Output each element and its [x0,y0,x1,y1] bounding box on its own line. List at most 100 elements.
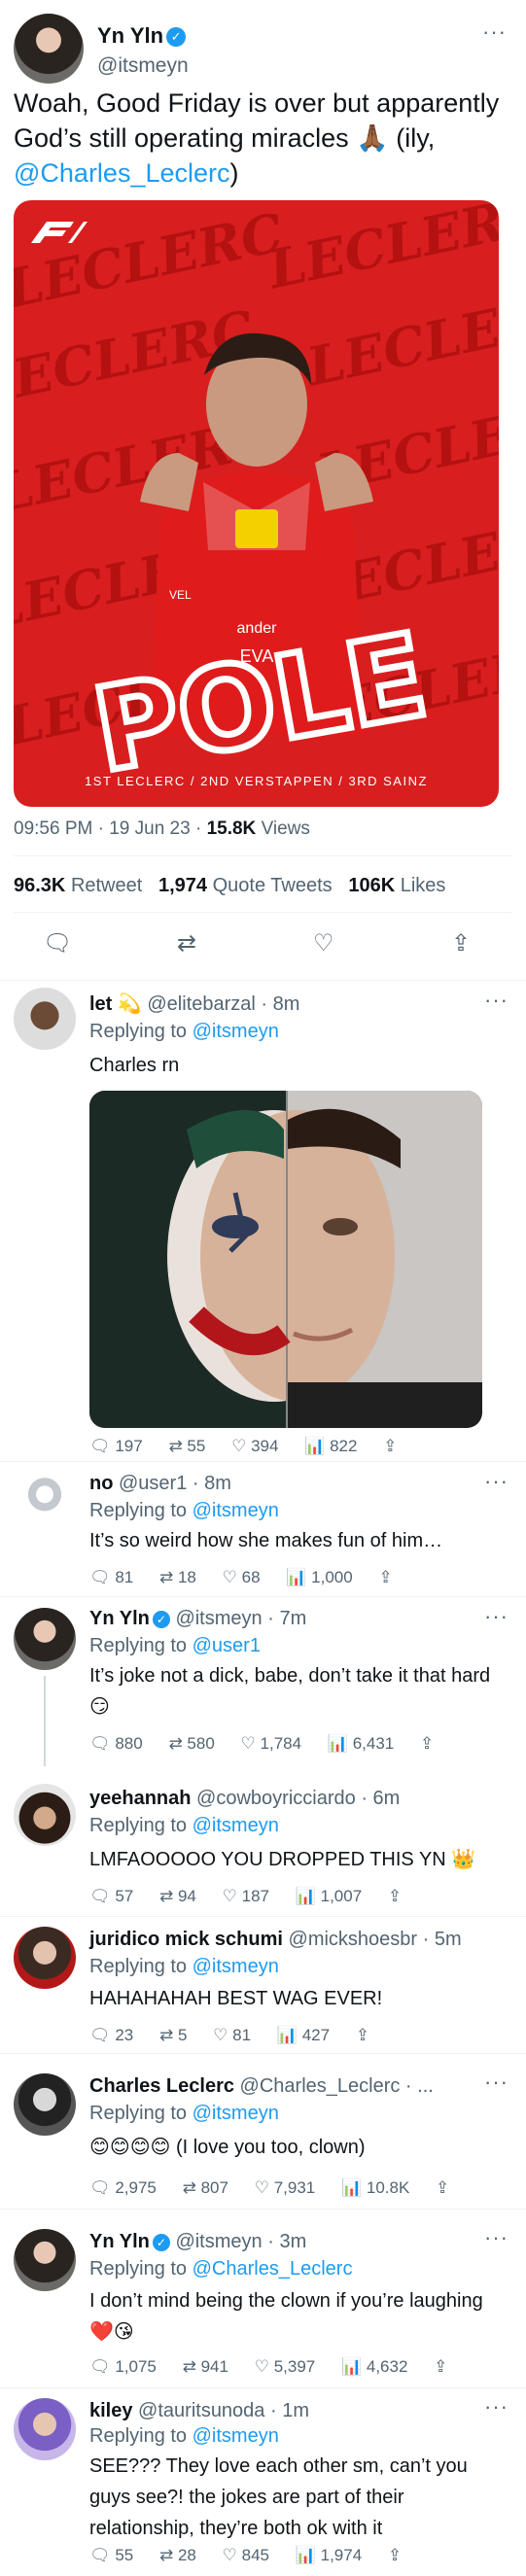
like-icon[interactable]: ♡ [231,1437,246,1455]
reply-icon[interactable]: 🗨 [89,2357,111,2376]
author-name-text[interactable]: Yn Yln [97,23,163,48]
tweet-date[interactable]: 19 Jun 23 [109,818,190,839]
like-count[interactable]: ♡ 7,931 [255,2178,316,2198]
reply-time[interactable]: 3m [279,2231,306,2252]
reply-count[interactable]: 🗨 197 [89,1437,143,1456]
like-count[interactable]: ♡ 845 [223,2546,269,2565]
avatar[interactable] [14,1608,76,1670]
share-icon[interactable]: ⇪ [436,2178,449,2198]
reply-author-handle[interactable]: @Charles_Leclerc · ... [240,2075,434,2097]
views-count[interactable]: 📊 10.8K [341,2178,409,2198]
retweet-count[interactable]: ⇄ 580 [168,1734,214,1754]
views-count[interactable]: 📊 427 [277,2026,330,2045]
like-icon[interactable]: ♡ [255,2178,269,2197]
retweet-icon[interactable]: ⇄ [183,2357,196,2376]
reply-icon[interactable]: 🗨 [89,2546,111,2564]
retweet-count[interactable]: ⇄ 941 [183,2357,228,2377]
replying-to-link[interactable]: @user1 [193,1635,261,1656]
reply-tweet[interactable]: let 💫 @elitebarzal · 8m ··· Replying to … [0,982,526,1462]
quotes-label[interactable]: Quote Tweets [213,875,333,896]
likes-stat[interactable]: 106K Likes [348,875,445,896]
like-icon[interactable]: ♡ [223,1568,237,1586]
like-icon[interactable]: ♡ [313,929,334,957]
retweet-icon[interactable]: ⇄ [183,2178,196,2197]
retweet-icon[interactable]: ⇄ [177,929,196,957]
reply-count[interactable]: 🗨 55 [89,2546,133,2565]
reply-count[interactable]: 🗨 81 [89,1568,133,1587]
share-icon[interactable]: ⇪ [383,1437,397,1456]
reply-time[interactable]: 7m [279,1608,306,1629]
retweet-count[interactable]: ⇄ 807 [183,2178,228,2198]
reply-tweet[interactable]: Charles Leclerc @Charles_Leclerc · ... ·… [0,2054,526,2210]
avatar[interactable] [14,14,84,84]
reply-author-name[interactable]: no [89,1473,113,1494]
views-icon[interactable]: 📊 [296,2546,316,2564]
retweets-stat[interactable]: 96.3K Retweet [14,875,142,896]
tweet-image[interactable]: LECLERC LECLERC LECLERC LECLERC LECLERC … [14,200,499,807]
tweet-time[interactable]: 09:56 PM [14,818,92,839]
author-handle[interactable]: @itsmeyn [97,54,189,78]
like-count[interactable]: ♡ 68 [223,1568,261,1587]
reply-author-name[interactable]: let 💫 [89,993,142,1015]
share-icon[interactable]: ⇪ [388,2546,402,2565]
views-icon[interactable]: 📊 [277,2026,298,2044]
reply-tweet[interactable]: yeehannah @cowboyricciardo · 6m Replying… [0,1766,526,1917]
likes-count[interactable]: 106K [348,875,395,896]
reply-author-handle[interactable]: @mickshoesbr [289,1929,418,1950]
more-options-icon[interactable]: ··· [482,19,507,45]
reply-tweet[interactable]: kiley @tauritsunoda · 1m ··· Replying to… [0,2388,526,2576]
views-icon[interactable]: 📊 [341,2178,362,2197]
more-options-icon[interactable]: ··· [484,2225,508,2250]
retweet-icon[interactable]: ⇄ [159,2026,173,2044]
views-count[interactable]: 📊 1,000 [286,1568,352,1587]
reply-count[interactable]: 🗨 23 [89,2026,133,2045]
like-count[interactable]: ♡ 81 [213,2026,251,2045]
views-icon[interactable]: 📊 [304,1437,325,1455]
avatar[interactable] [14,2398,76,2460]
avatar[interactable] [14,2073,76,2136]
reply-author-handle[interactable]: @itsmeyn [175,1608,262,1629]
more-options-icon[interactable]: ··· [484,2394,508,2419]
retweet-icon[interactable]: ⇄ [168,1734,182,1753]
mention-link[interactable]: @Charles_Leclerc [14,158,230,188]
replying-to-link[interactable]: @itsmeyn [193,1815,279,1836]
replying-to-link[interactable]: @itsmeyn [193,1021,279,1042]
tweet-timestamp[interactable]: 09:56 PM · 19 Jun 23 · 15.8K Views [14,818,310,840]
reply-count[interactable]: 🗨 880 [89,1734,143,1754]
replying-to-link[interactable]: @itsmeyn [193,1956,279,1977]
reply-author-name[interactable]: Charles Leclerc [89,2075,234,2097]
views-count[interactable]: 📊 4,632 [341,2357,407,2377]
views-count[interactable]: 📊 1,007 [296,1887,362,1906]
reply-author-name[interactable]: kiley [89,2400,132,2421]
like-icon[interactable]: ♡ [255,2357,269,2376]
reply-icon[interactable]: 🗨 [89,1887,111,1905]
share-icon[interactable]: ⇪ [451,929,471,957]
replying-to-link[interactable]: @itsmeyn [193,1500,279,1521]
retweet-icon[interactable]: ⇄ [159,2546,173,2564]
avatar[interactable] [14,2229,76,2291]
reply-count[interactable]: 🗨 2,975 [89,2178,157,2198]
reply-time[interactable]: 5m [435,1929,462,1950]
retweets-label[interactable]: Retweet [71,875,142,896]
share-icon[interactable]: ⇪ [378,1568,392,1587]
reply-author-handle[interactable]: @cowboyricciardo [196,1788,356,1809]
avatar[interactable] [14,1784,76,1846]
more-options-icon[interactable]: ··· [484,1469,508,1494]
reply-tweet[interactable]: no @user1 · 8m ··· Replying to @itsmeyn … [0,1463,526,1597]
more-options-icon[interactable]: ··· [484,988,508,1013]
reply-icon[interactable]: 🗨 [43,929,72,957]
like-icon[interactable]: ♡ [223,2546,237,2564]
avatar[interactable] [14,1471,76,1533]
reply-icon[interactable]: 🗨 [89,1568,111,1586]
avatar[interactable] [14,988,76,1050]
views-count[interactable]: 📊 1,974 [296,2546,362,2565]
reply-time[interactable]: 8m [273,993,300,1015]
like-count[interactable]: ♡ 394 [231,1437,278,1456]
views-icon[interactable]: 📊 [296,1887,316,1905]
reply-author-handle[interactable]: @tauritsunoda [138,2400,264,2421]
reply-time[interactable]: 6m [373,1788,401,1809]
share-icon[interactable]: ⇪ [420,1734,434,1754]
retweet-count[interactable]: ⇄ 55 [168,1437,205,1456]
reply-image[interactable] [89,1091,482,1428]
quotes-count[interactable]: 1,974 [158,875,207,896]
